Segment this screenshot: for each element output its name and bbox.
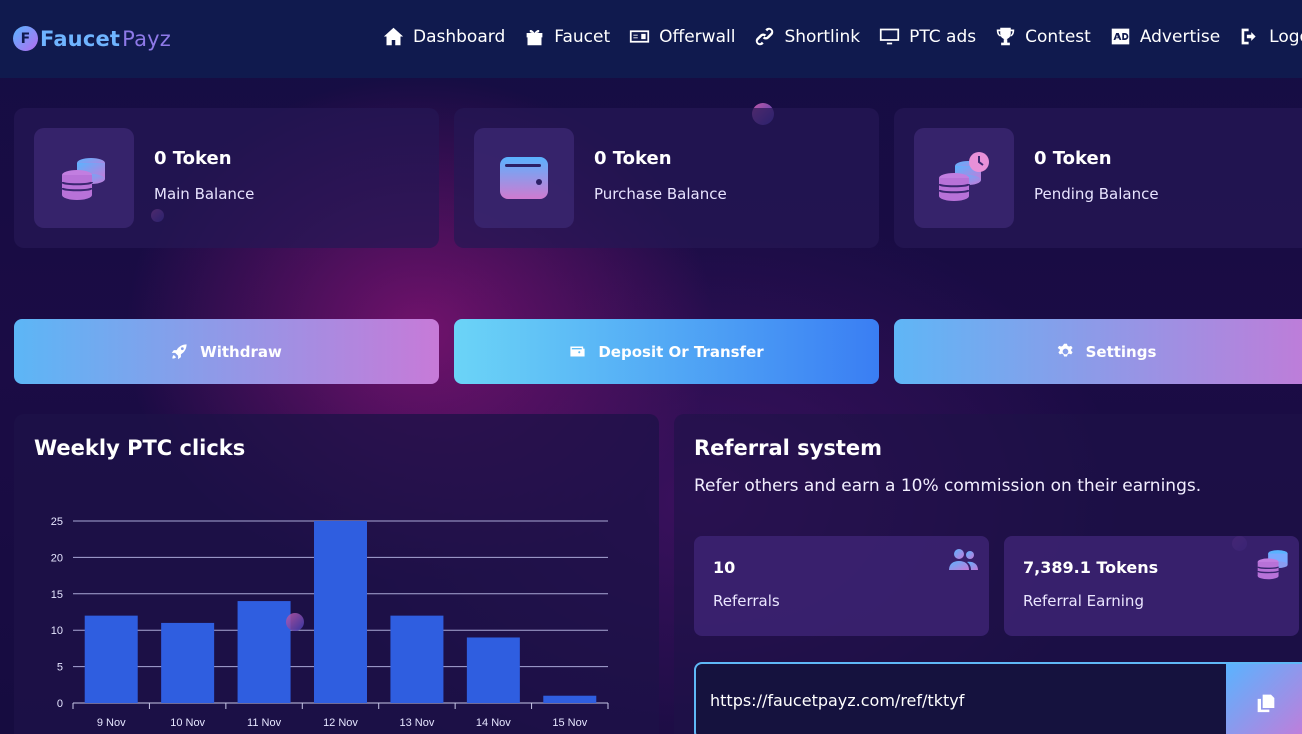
y-tick-label: 15 — [51, 589, 63, 601]
x-tick-label: 10 Nov — [170, 717, 205, 729]
x-tick-label: 14 Nov — [476, 717, 511, 729]
home-icon — [383, 27, 404, 46]
bar — [543, 695, 597, 703]
pending-balance-value: 0 Token — [1034, 148, 1112, 169]
nav-item-contest[interactable]: Contest — [995, 26, 1091, 47]
settings-label: Settings — [1085, 342, 1157, 361]
referral-link-field — [694, 662, 1302, 734]
brand-logo-mark: F — [13, 26, 38, 51]
referral-earning-label: Referral Earning — [1023, 592, 1144, 610]
y-tick-label: 20 — [51, 552, 63, 564]
ad-icon — [1111, 28, 1130, 45]
purchase-balance-label: Purchase Balance — [594, 185, 727, 203]
users-icon — [949, 549, 978, 570]
purchase-balance-value: 0 Token — [594, 148, 672, 169]
nav-item-logout[interactable]: Logo — [1239, 26, 1302, 47]
pending-balance-card: 0 Token Pending Balance — [894, 108, 1302, 248]
nav-menu: Dashboard Faucet Offerwall Shortlink PTC… — [383, 26, 1302, 47]
x-tick-label: 11 Nov — [247, 717, 282, 729]
weekly-ptc-chart: 0 5 10 15 20 25 9 Nov 10 Nov 11 Nov 12 Nov 13 Nov 1… — [51, 516, 609, 729]
wallet-icon — [570, 346, 585, 357]
deposit-transfer-label: Deposit Or Transfer — [598, 342, 764, 361]
nav-item-dashboard[interactable]: Dashboard — [383, 26, 505, 47]
referral-system-card: Referral system Refer others and earn a … — [674, 414, 1302, 734]
gear-icon — [1057, 343, 1073, 357]
money-bill-icon — [630, 30, 650, 43]
nav-item-label: Offerwall — [659, 26, 736, 47]
referrals-count: 10 — [713, 558, 736, 577]
nav-item-label: Logo — [1269, 26, 1302, 47]
referrals-label: Referrals — [713, 592, 780, 610]
referral-earning-stat: 7,389.1 Tokens Referral Earning — [1004, 536, 1299, 636]
x-tick-label: 15 Nov — [552, 717, 587, 729]
nav-item-label: Faucet — [554, 26, 611, 47]
bar — [314, 521, 367, 703]
nav-item-ptc-ads[interactable]: PTC ads — [879, 26, 976, 47]
y-tick-label: 25 — [51, 516, 63, 528]
y-tick-label: 10 — [51, 625, 63, 637]
nav-item-offerwall[interactable]: Offerwall — [629, 26, 735, 47]
monitor-icon — [880, 28, 900, 45]
brand-name-part2: Payz — [122, 26, 172, 51]
coins-icon — [34, 128, 134, 228]
decorative-orb — [286, 613, 304, 631]
deposit-transfer-button[interactable]: Deposit Or Transfer — [454, 319, 879, 384]
copy-link-button[interactable] — [1226, 664, 1302, 734]
bar — [466, 637, 520, 703]
pending-balance-label: Pending Balance — [1034, 185, 1159, 203]
x-tick-label: 9 Nov — [97, 717, 126, 729]
logout-icon — [1241, 28, 1256, 45]
nav-item-label: Contest — [1025, 26, 1091, 47]
nav-item-label: Dashboard — [413, 26, 506, 47]
main-balance-card: 0 Token Main Balance — [14, 108, 439, 248]
x-tick-label: 12 Nov — [323, 717, 358, 729]
main-balance-value: 0 Token — [154, 148, 232, 169]
withdraw-label: Withdraw — [200, 342, 282, 361]
nav-item-label: PTC ads — [909, 26, 977, 47]
bar — [390, 615, 444, 703]
bar — [161, 622, 215, 703]
purchase-balance-card: 0 Token Purchase Balance — [454, 108, 879, 248]
coins-clock-icon — [914, 128, 1014, 228]
referral-description: Refer others and earn a 10% commission o… — [694, 476, 1202, 496]
referral-title: Referral system — [694, 436, 883, 460]
y-tick-label: 5 — [57, 662, 63, 674]
main-balance-label: Main Balance — [154, 185, 255, 203]
settings-button[interactable]: Settings — [894, 319, 1302, 384]
brand-logo[interactable]: F Faucet Payz — [13, 26, 171, 51]
nav-item-label: Shortlink — [784, 26, 861, 47]
referral-earning-value: 7,389.1 Tokens — [1023, 558, 1159, 577]
wallet-icon — [474, 128, 574, 228]
nav-item-label: Advertise — [1139, 26, 1221, 47]
nav-item-shortlink[interactable]: Shortlink — [754, 26, 860, 47]
link-icon — [756, 27, 774, 46]
nav-item-faucet[interactable]: Faucet — [524, 26, 610, 47]
gift-icon — [526, 29, 543, 46]
brand-name-part1: Faucet — [40, 26, 121, 51]
weekly-ptc-chart-card: Weekly PTC clicks 0 5 10 15 20 25 9 Nov 10 Nov 1… — [14, 414, 659, 734]
rocket-icon — [171, 344, 187, 360]
referral-link-input[interactable] — [710, 691, 1210, 710]
coins-icon — [1257, 550, 1288, 580]
nav-item-advertise[interactable]: Advertise — [1110, 26, 1220, 47]
trophy-icon — [996, 27, 1015, 46]
x-tick-label: 13 Nov — [399, 717, 434, 729]
top-navbar: F Faucet Payz Dashboard Faucet Offerwall … — [0, 0, 1302, 78]
copy-icon — [1257, 694, 1275, 713]
bar — [237, 601, 291, 703]
bar — [84, 615, 138, 703]
y-tick-label: 0 — [57, 698, 63, 710]
referrals-stat: 10 Referrals — [694, 536, 989, 636]
withdraw-button[interactable]: Withdraw — [14, 319, 439, 384]
